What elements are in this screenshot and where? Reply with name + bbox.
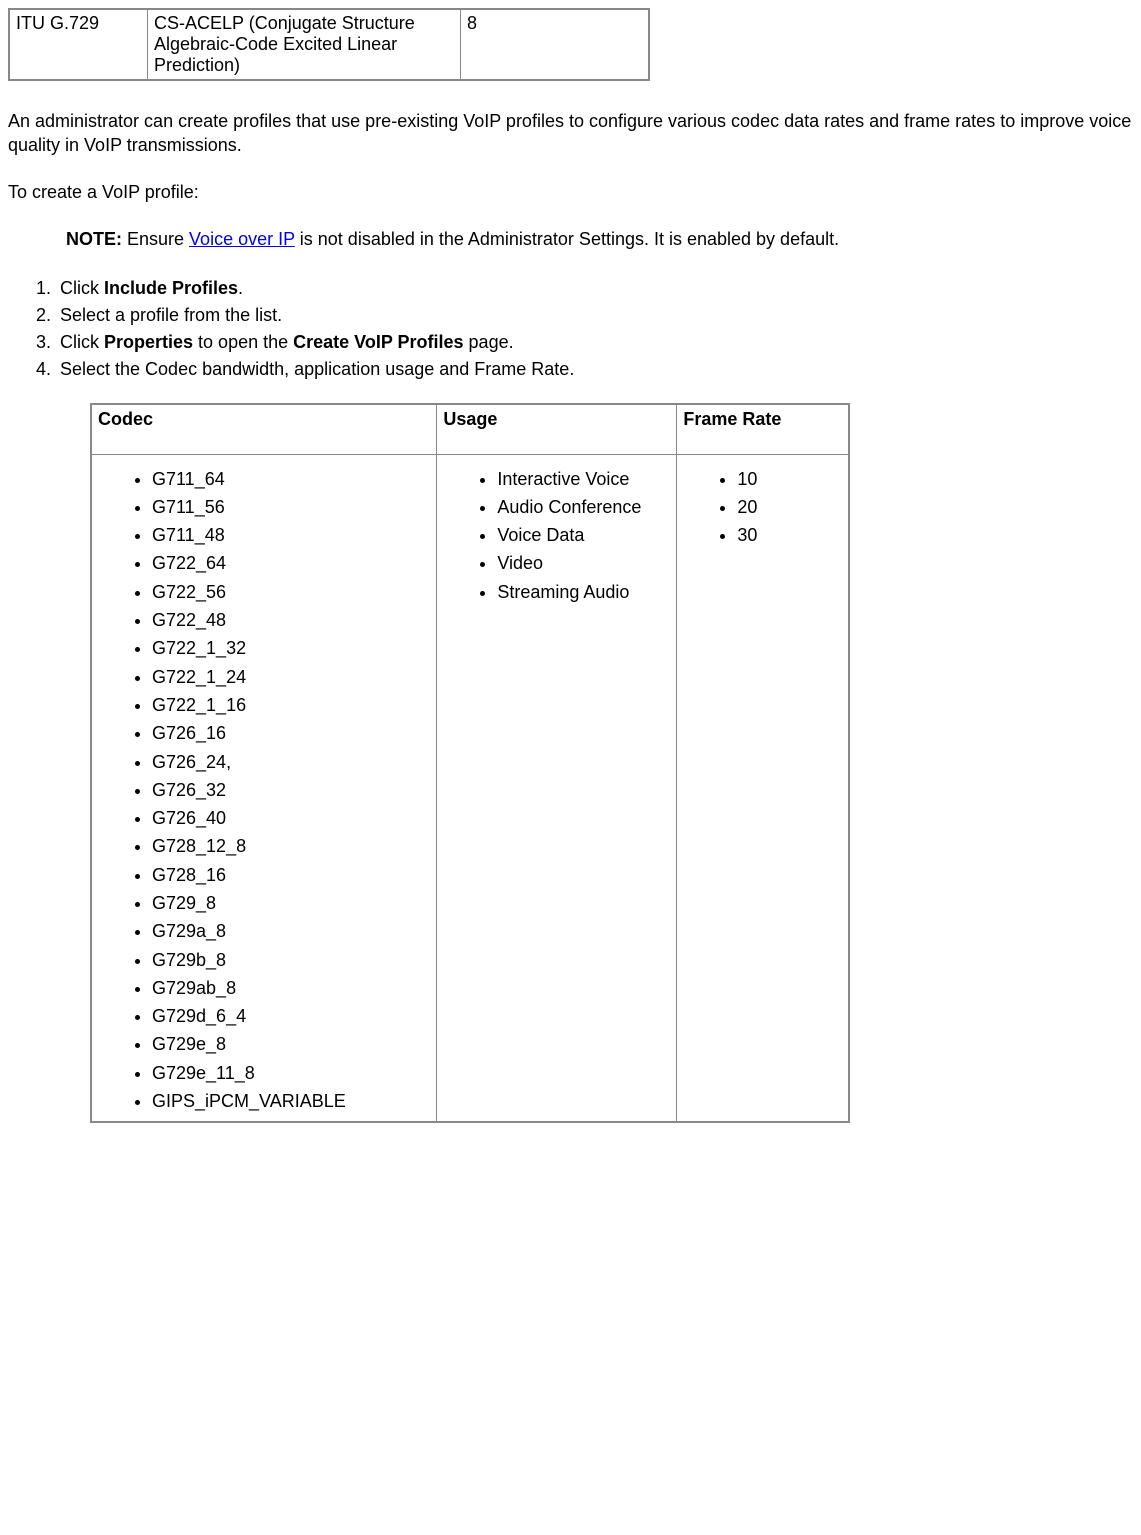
list-item: G729d_6_4 bbox=[152, 1004, 430, 1028]
codec-options-table: Codec Usage Frame Rate G711_64G711_56G71… bbox=[90, 403, 850, 1124]
list-item: G726_16 bbox=[152, 721, 430, 745]
list-item: 10 bbox=[737, 467, 842, 491]
list-item: G728_12_8 bbox=[152, 834, 430, 858]
list-item: G722_48 bbox=[152, 608, 430, 632]
list-item: 30 bbox=[737, 523, 842, 547]
list-item: Voice Data bbox=[497, 523, 670, 547]
list-item: G722_1_24 bbox=[152, 665, 430, 689]
list-item: Video bbox=[497, 551, 670, 575]
usage-list: Interactive Voice Audio Conference Voice D… bbox=[443, 467, 670, 604]
step-3: Click Properties to open the Create VoIP… bbox=[56, 330, 1133, 355]
codec-spec-table: ITU G.729 CS-ACELP (Conjugate Structure … bbox=[8, 8, 650, 81]
list-item: G729_8 bbox=[152, 891, 430, 915]
intro-text: An administrator can create profiles tha… bbox=[8, 109, 1133, 158]
list-item: G722_1_16 bbox=[152, 693, 430, 717]
list-item: G726_32 bbox=[152, 778, 430, 802]
note-text-before: Ensure bbox=[122, 229, 189, 249]
list-item: G722_64 bbox=[152, 551, 430, 575]
codec-list: G711_64 G711_56 G711_48 G722_64 G722_56 G722_… bbox=[98, 467, 430, 1114]
list-item: G729a_8 bbox=[152, 919, 430, 943]
list-item: G711_56 bbox=[152, 495, 430, 519]
usage-header: Usage bbox=[437, 404, 677, 455]
list-item: Interactive Voice bbox=[497, 467, 670, 491]
list-item: G711_64 bbox=[152, 467, 430, 491]
step-4: Select the Codec bandwidth, application … bbox=[56, 357, 1133, 382]
list-item: G729e_8 bbox=[152, 1032, 430, 1056]
list-item: GIPS_iPCM_VARIABLE bbox=[152, 1089, 430, 1113]
voice-over-ip-link[interactable]: Voice over IP bbox=[189, 229, 295, 249]
create-profile-heading: To create a VoIP profile: bbox=[8, 180, 1133, 204]
properties-label: Properties bbox=[104, 332, 193, 352]
step-2: Select a profile from the list. bbox=[56, 303, 1133, 328]
list-item: G722_56 bbox=[152, 580, 430, 604]
note-block: NOTE: Ensure Voice over IP is not disabl… bbox=[66, 226, 846, 254]
note-label: NOTE: bbox=[66, 229, 122, 249]
step-1: Click Include Profiles. bbox=[56, 276, 1133, 301]
spec-desc-cell: CS-ACELP (Conjugate Structure Algebraic-… bbox=[148, 9, 461, 80]
list-item: Audio Conference bbox=[497, 495, 670, 519]
frame-rate-header: Frame Rate bbox=[677, 404, 849, 455]
list-item: G729ab_8 bbox=[152, 976, 430, 1000]
spec-name-cell: ITU G.729 bbox=[9, 9, 148, 80]
list-item: Streaming Audio bbox=[497, 580, 670, 604]
create-voip-profiles-label: Create VoIP Profiles bbox=[293, 332, 463, 352]
list-item: G728_16 bbox=[152, 863, 430, 887]
list-item: G729e_11_8 bbox=[152, 1061, 430, 1085]
spec-rate-cell: 8 bbox=[461, 9, 650, 80]
note-text-after: is not disabled in the Administrator Set… bbox=[295, 229, 839, 249]
frame-rate-list: 10 20 30 bbox=[683, 467, 842, 548]
list-item: G726_24, bbox=[152, 750, 430, 774]
list-item: 20 bbox=[737, 495, 842, 519]
list-item: G726_40 bbox=[152, 806, 430, 830]
codec-cell: G711_64 G711_56 G711_48 G722_64 G722_56 G722_… bbox=[91, 454, 437, 1122]
steps-list: Click Include Profiles. Select a profile… bbox=[8, 276, 1133, 383]
usage-cell: Interactive Voice Audio Conference Voice D… bbox=[437, 454, 677, 1122]
frame-rate-cell: 10 20 30 bbox=[677, 454, 849, 1122]
list-item: G711_48 bbox=[152, 523, 430, 547]
list-item: G729b_8 bbox=[152, 948, 430, 972]
list-item: G722_1_32 bbox=[152, 636, 430, 660]
codec-header: Codec bbox=[91, 404, 437, 455]
include-profiles-label: Include Profiles bbox=[104, 278, 238, 298]
